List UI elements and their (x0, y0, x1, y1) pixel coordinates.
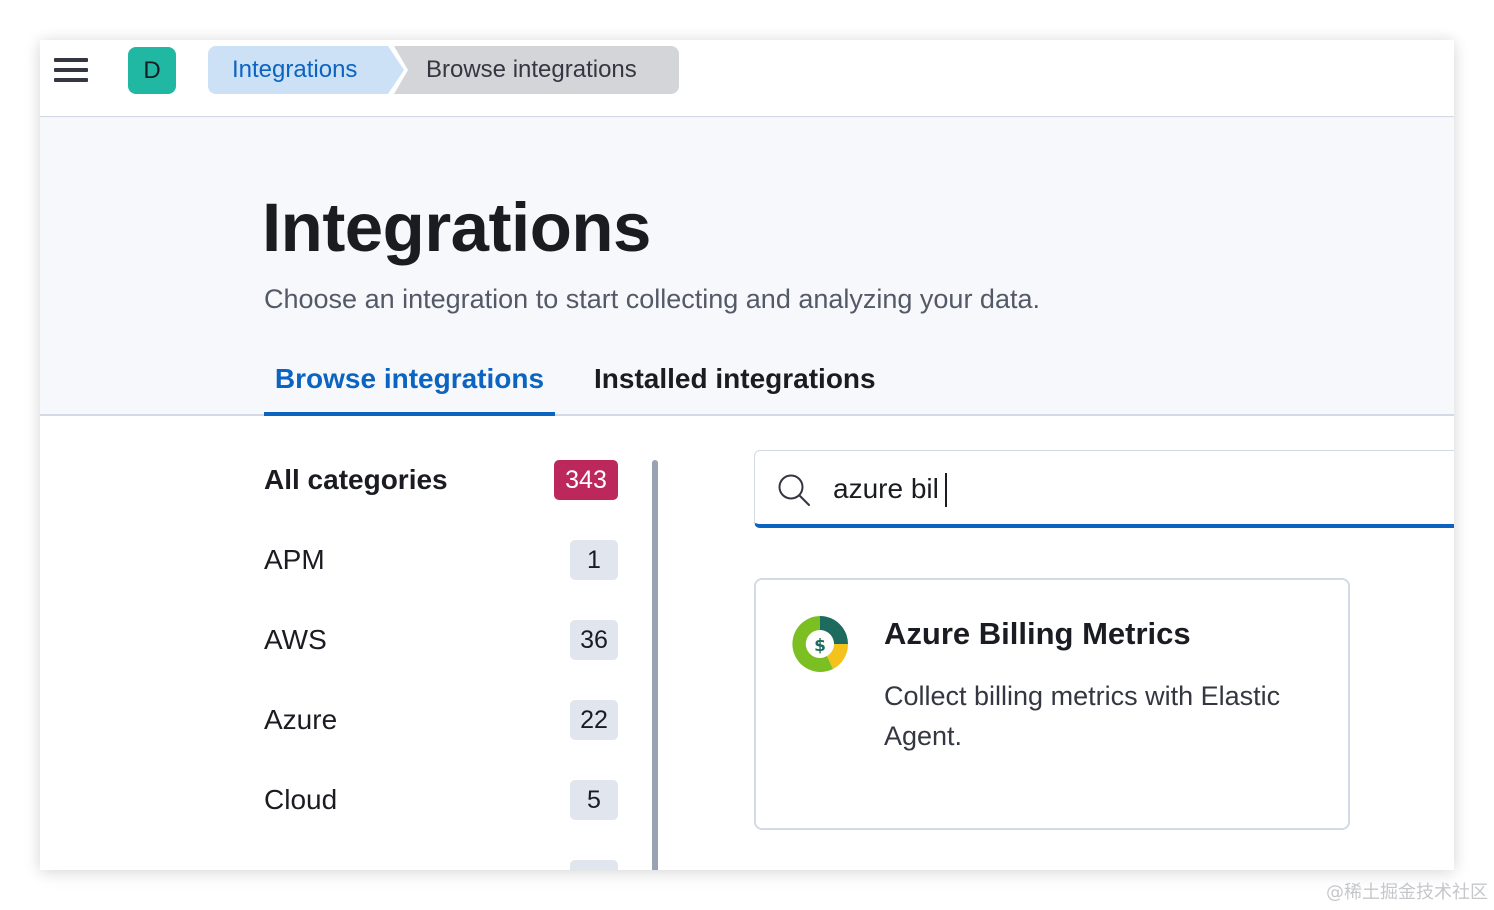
card-description: Collect billing metrics with Elastic Age… (884, 681, 1281, 751)
category-apm[interactable]: APM 1 (264, 540, 618, 580)
category-next-partial[interactable] (264, 860, 618, 870)
category-label: All categories (264, 464, 448, 495)
count-badge: 36 (570, 620, 618, 660)
category-aws[interactable]: AWS 36 (264, 620, 618, 660)
page-subtitle: Choose an integration to start collectin… (264, 284, 1040, 314)
sidebar-scrollbar[interactable] (652, 460, 658, 870)
category-label: Cloud (264, 784, 338, 815)
count-badge: 5 (570, 780, 618, 820)
count-badge: 22 (570, 700, 618, 740)
svg-text:$: $ (814, 636, 826, 656)
card-title: Azure Billing Metrics (884, 616, 1191, 651)
integration-card[interactable]: $ Azure Billing Metrics Collect billing … (754, 578, 1350, 830)
count-badge: 1 (570, 540, 618, 580)
category-all[interactable]: All categories 343 (264, 460, 618, 500)
tab-installed-integrations[interactable]: Installed integrations (594, 360, 876, 416)
search-box[interactable] (754, 450, 1454, 528)
category-label: AWS (264, 624, 327, 655)
app-window: D Integrations Browse integrations Integ… (40, 40, 1454, 870)
hamburger-menu-icon[interactable] (54, 56, 90, 84)
category-azure[interactable]: Azure 22 (264, 700, 618, 740)
breadcrumb-integrations[interactable]: Integrations (208, 46, 404, 94)
search-icon (778, 474, 810, 506)
azure-billing-logo-icon: $ (792, 616, 849, 672)
top-header-bar: D Integrations Browse integrations (40, 40, 1454, 117)
breadcrumb-browse-integrations: Browse integrations (394, 46, 679, 94)
text-caret (945, 473, 947, 507)
tab-browse-integrations[interactable]: Browse integrations (264, 360, 555, 416)
category-label: Azure (264, 704, 338, 735)
category-label: APM (264, 544, 325, 575)
count-badge (570, 860, 618, 870)
page-title: Integrations (262, 189, 651, 266)
space-avatar[interactable]: D (128, 47, 176, 94)
search-input[interactable] (833, 467, 1433, 511)
category-cloud[interactable]: Cloud 5 (264, 780, 618, 820)
count-badge: 343 (554, 460, 618, 500)
watermark: @稀土掘金技术社区 (1326, 882, 1488, 903)
page-header: Integrations Choose an integration to st… (40, 118, 1454, 416)
